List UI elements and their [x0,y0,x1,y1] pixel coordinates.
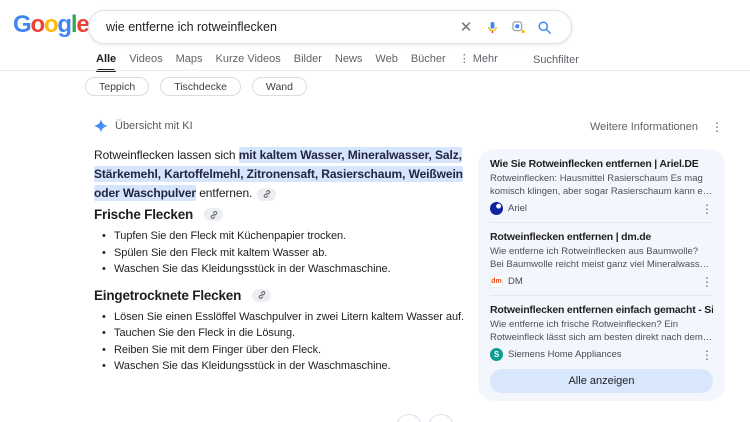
three-dots-vertical-icon[interactable]: ⋮ [701,276,713,288]
google-lens-button[interactable] [505,14,531,40]
voice-search-button[interactable] [479,14,505,40]
tab-maps[interactable]: Maps [176,53,203,72]
result-tabs: Alle Videos Maps Kurze Videos Bilder New… [96,52,498,72]
logo-letter: G [13,11,30,38]
section-heading-row: Frische Flecken [94,207,488,222]
result-title[interactable]: Rotweinflecken entfernen einfach gemacht… [490,304,713,316]
tab-bilder[interactable]: Bilder [294,53,322,72]
source-name: Siemens Home Appliances [508,349,696,360]
intro-suffix: entfernen. [196,186,252,200]
google-logo[interactable]: Google [13,11,89,39]
result-source-row: S Siemens Home Appliances ⋮ [490,348,713,361]
result-snippet: Wie entferne ich frische Rotweinflecken?… [490,319,713,344]
sidebar-header: Weitere Informationen ⋮ [478,121,725,133]
ai-overview-label: Übersicht mit KI [115,120,193,132]
intro-prefix: Rotweinflecken lassen sich [94,148,239,162]
three-dots-vertical-icon[interactable]: ⋮ [701,203,713,215]
source-result-dm[interactable]: Rotweinflecken entfernen | dm.de Wie ent… [490,231,713,296]
source-link-button[interactable] [252,289,271,302]
source-name: Ariel [508,203,696,214]
ai-intro-paragraph: Rotweinflecken lassen sich mit kaltem Wa… [94,146,488,203]
ai-overview-header: Übersicht mit KI [94,119,193,133]
search-input[interactable] [106,20,453,34]
ai-sparkle-icon [94,119,108,133]
tabbar-divider [0,70,750,71]
search-bar[interactable]: ✕ [88,10,572,44]
three-dots-vertical-icon[interactable]: ⋮ [701,349,713,361]
tab-buecher[interactable]: Bücher [411,53,446,72]
ai-overview-body: Rotweinflecken lassen sich mit kaltem Wa… [94,146,488,385]
thumbs-up-button[interactable] [396,414,422,422]
google-mic-icon [485,20,500,35]
logo-letter: o [44,11,57,38]
section-heading-row: Eingetrocknete Flecken [94,288,488,303]
chain-link-icon [263,190,271,198]
tab-kurze-videos[interactable]: Kurze Videos [216,53,281,72]
chip-wand[interactable]: Wand [252,77,307,96]
list-item: Waschen Sie das Kleidungsstück in der Wa… [114,358,488,375]
list-item: Spülen Sie den Fleck mit kaltem Wasser a… [114,245,488,262]
tab-mehr-label: Mehr [473,53,498,65]
source-name: DM [508,276,696,287]
tab-mehr[interactable]: ⋮ Mehr [459,52,498,72]
source-link-button[interactable] [257,188,276,201]
magnifier-icon [537,20,552,35]
dried-stains-list: Lösen Sie einen Esslöffel Waschpulver in… [94,309,488,375]
fresh-stains-list: Tupfen Sie den Fleck mit Küchenpapier tr… [94,228,488,278]
more-information-label: Weitere Informationen [590,121,698,133]
logo-letter: g [57,11,70,38]
list-item: Reiben Sie mit dem Finger über den Fleck… [114,342,488,359]
logo-letter: o [30,11,43,38]
chain-link-icon [258,291,266,299]
section-title-eingetrocknete-flecken: Eingetrocknete Flecken [94,288,241,303]
tab-alle[interactable]: Alle [96,53,116,72]
list-item: Lösen Sie einen Esslöffel Waschpulver in… [114,309,488,326]
list-item: Tupfen Sie den Fleck mit Küchenpapier tr… [114,228,488,245]
tab-web[interactable]: Web [375,53,397,72]
tab-videos[interactable]: Videos [129,53,162,72]
search-submit-button[interactable] [531,14,557,40]
show-all-button[interactable]: Alle anzeigen [490,369,713,393]
refinement-chips: Teppich Tischdecke Wand [85,77,307,96]
x-clear-icon: ✕ [460,20,473,35]
thumbs-down-button[interactable] [428,414,454,422]
list-item: Tauchen Sie den Fleck in die Lösung. [114,325,488,342]
dm-favicon: dm [490,275,503,288]
list-item: Waschen Sie das Kleidungsstück in der Wa… [114,261,488,278]
ariel-favicon [490,202,503,215]
result-snippet: Wie entferne ich Rotweinflecken aus Baum… [490,246,713,271]
result-title[interactable]: Rotweinflecken entfernen | dm.de [490,231,713,243]
result-snippet: Rotweinflecken: Hausmittel Rasierschaum … [490,173,713,198]
sources-card: Wie Sie Rotweinflecken entfernen | Ariel… [478,149,725,401]
source-result-ariel[interactable]: Wie Sie Rotweinflecken entfernen | Ariel… [490,158,713,223]
result-source-row: Ariel ⋮ [490,202,713,215]
source-link-button[interactable] [204,208,223,221]
chain-link-icon [210,211,218,219]
logo-letter: e [76,11,88,38]
chip-tischdecke[interactable]: Tischdecke [160,77,241,96]
result-source-row: dm DM ⋮ [490,275,713,288]
result-title[interactable]: Wie Sie Rotweinflecken entfernen | Ariel… [490,158,713,170]
three-dots-vertical-icon: ⋮ [459,52,470,65]
section-title-frische-flecken: Frische Flecken [94,207,193,222]
source-result-siemens[interactable]: Rotweinflecken entfernen einfach gemacht… [490,304,713,361]
chip-teppich[interactable]: Teppich [85,77,149,96]
tab-news[interactable]: News [335,53,363,72]
three-dots-vertical-icon[interactable]: ⋮ [711,121,723,133]
search-filter-link[interactable]: Suchfilter [533,54,579,66]
siemens-favicon: S [490,348,503,361]
google-lens-icon [511,20,526,35]
clear-search-button[interactable]: ✕ [453,14,479,40]
